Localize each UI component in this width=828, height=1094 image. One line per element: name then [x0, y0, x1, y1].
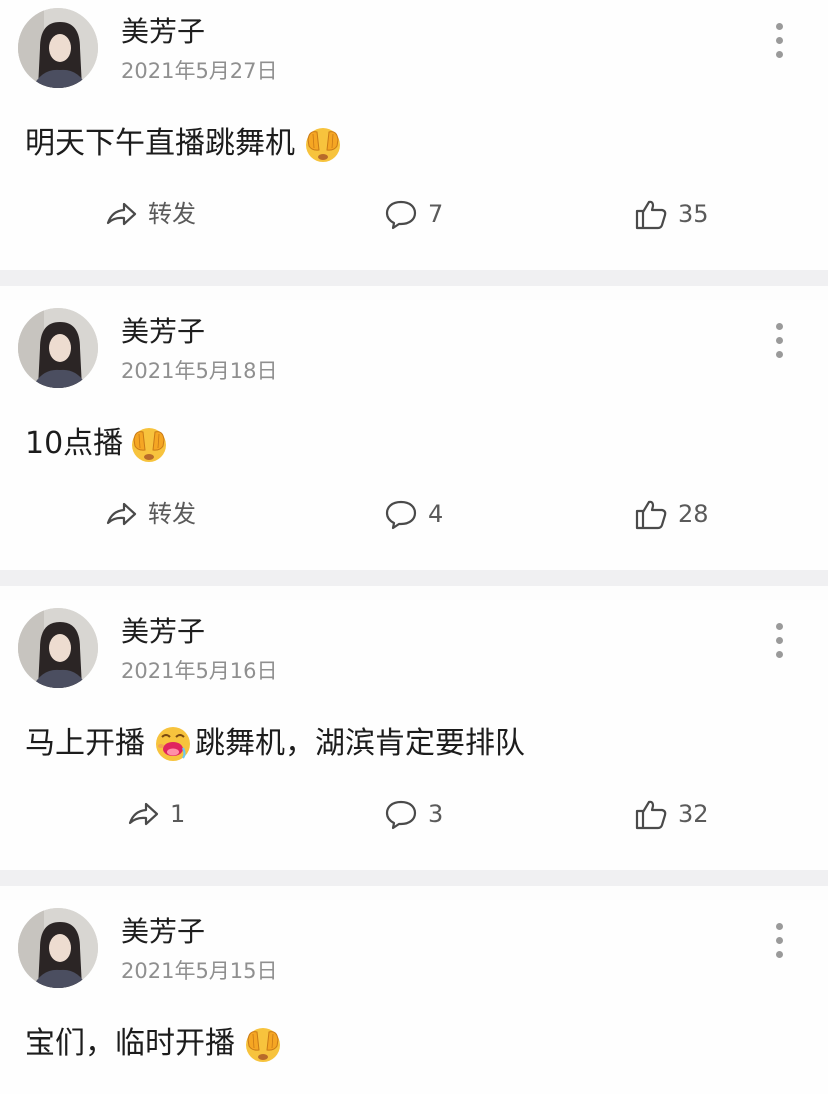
- comment-count: 4: [428, 500, 444, 528]
- post-card: 美芳子 2021年5月16日 马上开播 跳舞机，湖滨肯定要排队 1 3 32: [0, 600, 828, 870]
- comment-button[interactable]: 7: [384, 194, 443, 234]
- post-date: 2021年5月15日: [121, 959, 278, 983]
- avatar[interactable]: [18, 908, 98, 988]
- post-date: 2021年5月18日: [121, 359, 278, 383]
- post-card: 美芳子 2021年5月15日 宝们，临时开播: [0, 900, 828, 1094]
- like-button[interactable]: 35: [634, 194, 709, 234]
- more-vertical-icon[interactable]: [762, 316, 798, 366]
- more-vertical-icon[interactable]: [762, 916, 798, 966]
- post-separator: [0, 270, 828, 286]
- post-text-main: 10点播: [25, 426, 124, 461]
- thumbs-up-icon: [634, 797, 668, 831]
- drooling-face-emoji: [153, 724, 193, 764]
- like-count: 35: [678, 200, 709, 228]
- thumbs-up-icon: [634, 497, 668, 531]
- weibo-feed: 美芳子 2021年5月27日 明天下午直播跳舞机 转发 7 35 美芳子 202…: [0, 0, 828, 1094]
- author-name[interactable]: 美芳子: [121, 13, 205, 51]
- share-button[interactable]: 1: [126, 794, 185, 834]
- post-card: 美芳子 2021年5月27日 明天下午直播跳舞机 转发 7 35: [0, 0, 828, 270]
- hands-over-eyes-emoji: [129, 424, 169, 464]
- post-text: 马上开播 跳舞机，湖滨肯定要排队: [25, 722, 525, 766]
- like-count: 28: [678, 500, 709, 528]
- more-vertical-icon[interactable]: [762, 616, 798, 666]
- comment-bubble-icon: [384, 197, 418, 231]
- thumbs-up-icon: [634, 197, 668, 231]
- avatar[interactable]: [18, 8, 98, 88]
- post-date: 2021年5月16日: [121, 659, 278, 683]
- comment-bubble-icon: [384, 797, 418, 831]
- share-arrow-icon: [104, 497, 138, 531]
- post-separator: [0, 570, 828, 586]
- share-label: 转发: [148, 200, 196, 228]
- share-button[interactable]: 转发: [104, 194, 196, 234]
- post-text: 10点播: [25, 422, 169, 466]
- share-count: 1: [170, 800, 186, 828]
- post-text-main: 马上开播: [25, 726, 145, 761]
- share-arrow-icon: [126, 797, 160, 831]
- post-separator: [0, 870, 828, 886]
- comment-bubble-icon: [384, 497, 418, 531]
- post-text: 宝们，临时开播: [25, 1022, 283, 1066]
- avatar[interactable]: [18, 308, 98, 388]
- author-name[interactable]: 美芳子: [121, 313, 205, 351]
- share-label: 转发: [148, 500, 196, 528]
- post-date: 2021年5月27日: [121, 59, 278, 83]
- comment-count: 3: [428, 800, 444, 828]
- post-text-main: 明天下午直播跳舞机: [25, 126, 295, 161]
- hands-over-eyes-emoji: [303, 124, 343, 164]
- comment-count: 7: [428, 200, 444, 228]
- share-arrow-icon: [104, 197, 138, 231]
- more-vertical-icon[interactable]: [762, 16, 798, 66]
- like-button[interactable]: 32: [634, 794, 709, 834]
- like-button[interactable]: 28: [634, 494, 709, 534]
- share-button[interactable]: 转发: [104, 494, 196, 534]
- post-text: 明天下午直播跳舞机: [25, 122, 343, 166]
- post-card: 美芳子 2021年5月18日 10点播 转发 4 28: [0, 300, 828, 570]
- hands-over-eyes-emoji: [243, 1024, 283, 1064]
- author-name[interactable]: 美芳子: [121, 613, 205, 651]
- post-text-after: 跳舞机，湖滨肯定要排队: [195, 726, 525, 761]
- avatar[interactable]: [18, 608, 98, 688]
- like-count: 32: [678, 800, 709, 828]
- comment-button[interactable]: 3: [384, 794, 443, 834]
- author-name[interactable]: 美芳子: [121, 913, 205, 951]
- comment-button[interactable]: 4: [384, 494, 443, 534]
- post-text-main: 宝们，临时开播: [25, 1026, 235, 1061]
